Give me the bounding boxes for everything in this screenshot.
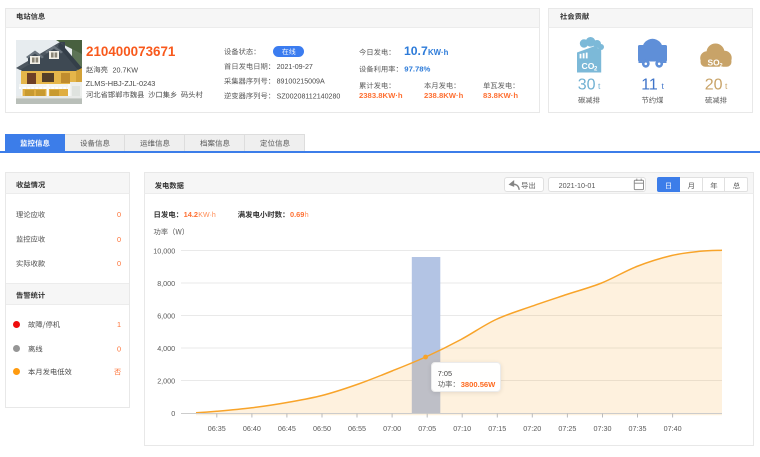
svg-text:06:40: 06:40: [243, 424, 261, 433]
svg-text:KW·h: KW·h: [198, 212, 216, 219]
svg-text:83.8KW·h: 83.8KW·h: [483, 91, 518, 100]
svg-text:CO: CO: [582, 61, 595, 71]
svg-text:0: 0: [117, 259, 121, 268]
svg-text:30: 30: [578, 77, 596, 94]
svg-text:0: 0: [117, 210, 121, 219]
svg-text:2,000: 2,000: [157, 377, 175, 386]
svg-text:h: h: [305, 212, 309, 219]
svg-text:ZLMS-HBJ-ZJL-0243: ZLMS-HBJ-ZJL-0243: [86, 79, 156, 88]
svg-text:89100215009A: 89100215009A: [277, 78, 325, 86]
svg-text:06:45: 06:45: [278, 424, 296, 433]
svg-text:t: t: [662, 81, 665, 91]
svg-text:07:30: 07:30: [594, 424, 612, 433]
svg-text:KW·h: KW·h: [428, 48, 449, 57]
svg-text:2: 2: [720, 63, 723, 69]
svg-text:20: 20: [705, 77, 723, 94]
svg-text:07:10: 07:10: [453, 424, 471, 433]
svg-text:07:35: 07:35: [629, 424, 647, 433]
svg-text:t: t: [725, 81, 728, 91]
svg-text:6,000: 6,000: [157, 312, 175, 321]
svg-text:8,000: 8,000: [157, 279, 175, 288]
svg-text:0.69: 0.69: [290, 210, 304, 219]
svg-text:07:25: 07:25: [558, 424, 576, 433]
svg-text:07:00: 07:00: [383, 424, 401, 433]
svg-text:SO: SO: [708, 58, 721, 68]
svg-text:2383.8KW·h: 2383.8KW·h: [359, 91, 403, 100]
svg-text:07:15: 07:15: [488, 424, 506, 433]
svg-text:2021-09-27: 2021-09-27: [277, 63, 313, 71]
svg-text:238.8KW·h: 238.8KW·h: [424, 91, 464, 100]
svg-text:20.7KW: 20.7KW: [113, 65, 139, 74]
svg-text:4,000: 4,000: [157, 344, 175, 353]
svg-text:1: 1: [117, 320, 121, 329]
svg-text:210400073671: 210400073671: [86, 44, 176, 59]
svg-text:0: 0: [171, 409, 175, 418]
svg-text:06:50: 06:50: [313, 424, 331, 433]
svg-text:06:35: 06:35: [208, 424, 226, 433]
svg-text:10,000: 10,000: [153, 247, 175, 256]
svg-text:0: 0: [117, 235, 121, 244]
svg-text:2021-10-01: 2021-10-01: [559, 181, 596, 190]
svg-text:SZ00208112140280: SZ00208112140280: [277, 92, 341, 100]
svg-text:07:20: 07:20: [523, 424, 541, 433]
svg-text:7:05: 7:05: [438, 369, 452, 378]
svg-text:0: 0: [117, 345, 121, 354]
svg-text:t: t: [598, 81, 601, 91]
svg-text:14.2: 14.2: [184, 210, 198, 219]
svg-text:07:05: 07:05: [418, 424, 436, 433]
svg-text:06:55: 06:55: [348, 424, 366, 433]
svg-text:07:40: 07:40: [664, 424, 682, 433]
svg-text:10.7: 10.7: [404, 44, 428, 58]
svg-text:11: 11: [641, 77, 658, 94]
svg-text:97.78%: 97.78%: [404, 65, 430, 74]
svg-text:3800.56W: 3800.56W: [461, 380, 496, 389]
